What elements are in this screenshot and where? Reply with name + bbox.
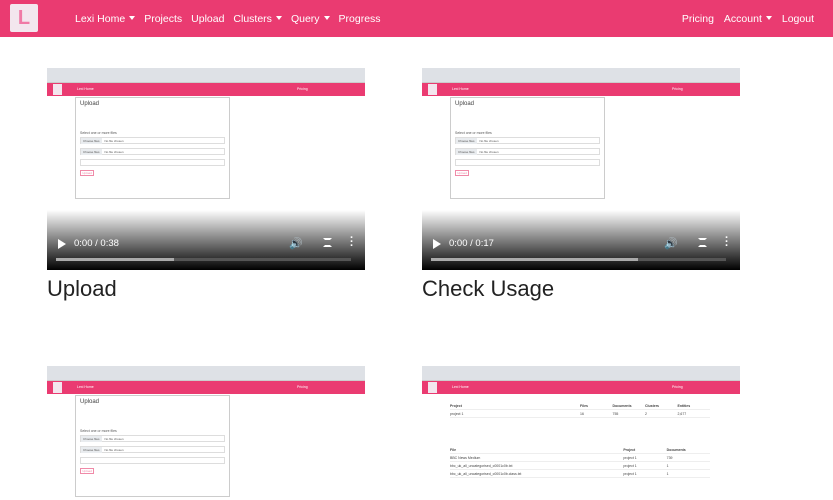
lexi-logo[interactable]: L bbox=[10, 4, 38, 32]
thumb-browser-bar bbox=[422, 366, 740, 381]
thumb-navbar: Lexi Home Pricing bbox=[422, 83, 740, 96]
thumb-browser-bar bbox=[47, 68, 365, 83]
video-title: Check Usage bbox=[422, 276, 555, 301]
navbar: L Lexi Home Projects Upload Clusters Que… bbox=[0, 0, 833, 37]
thumb-browser-bar bbox=[422, 68, 740, 83]
thumb-files-table: File Project Documents BBC News Medium proj… bbox=[450, 446, 710, 478]
video-controls: 0:00 / 0:17 🔊 · · · bbox=[422, 210, 740, 270]
volume-icon[interactable]: 🔊 bbox=[289, 237, 303, 250]
thumb-upload-card: Upload Select one or more files Choose f… bbox=[450, 97, 605, 199]
nav-upload[interactable]: Upload bbox=[191, 13, 224, 25]
video-time: 0:00 / 0:17 bbox=[449, 238, 494, 249]
more-options-icon[interactable]: · · · bbox=[350, 233, 354, 252]
volume-icon[interactable]: 🔊 bbox=[664, 237, 678, 250]
video-controls: 0:00 / 0:38 🔊 · · · bbox=[47, 210, 365, 270]
nav-query[interactable]: Query bbox=[291, 13, 330, 25]
nav-clusters[interactable]: Clusters bbox=[233, 13, 282, 25]
nav-pricing[interactable]: Pricing bbox=[682, 13, 714, 25]
thumb-upload-card: Upload Select one or more files Choose f… bbox=[75, 97, 230, 199]
video-time: 0:00 / 0:38 bbox=[74, 238, 119, 249]
video-thumbnail[interactable]: Lexi Home Pricing Upload Select one or mo… bbox=[47, 366, 365, 500]
play-icon[interactable] bbox=[433, 239, 441, 249]
video-upload[interactable]: Lexi Home Pricing Upload Select one or mo… bbox=[47, 68, 365, 270]
nav-lexi-home[interactable]: Lexi Home bbox=[75, 13, 135, 25]
thumb-browser-bar bbox=[47, 366, 365, 381]
thumb-navbar: Lexi Home Pricing bbox=[47, 83, 365, 96]
video-progress-bar[interactable] bbox=[56, 258, 351, 261]
thumb-navbar: Lexi Home Pricing bbox=[422, 381, 740, 394]
thumb-upload-card: Upload Select one or more files Choose f… bbox=[75, 395, 230, 497]
nav-projects[interactable]: Projects bbox=[144, 13, 182, 25]
fullscreen-icon[interactable] bbox=[698, 238, 707, 247]
thumb-projects-table: Project Files Documents Clusters Entities pr… bbox=[450, 402, 710, 418]
video-title: Upload bbox=[47, 276, 117, 301]
nav-logout[interactable]: Logout bbox=[782, 13, 814, 25]
nav-account[interactable]: Account bbox=[724, 13, 772, 25]
video-thumbnail[interactable]: Lexi Home Pricing Project Files Documents Cl… bbox=[422, 366, 740, 500]
more-options-icon[interactable]: · · · bbox=[725, 233, 729, 252]
video-check-usage[interactable]: Lexi Home Pricing Upload Select one or mo… bbox=[422, 68, 740, 270]
video-progress-bar[interactable] bbox=[431, 258, 726, 261]
play-icon[interactable] bbox=[58, 239, 66, 249]
thumb-navbar: Lexi Home Pricing bbox=[47, 381, 365, 394]
fullscreen-icon[interactable] bbox=[323, 238, 332, 247]
nav-progress[interactable]: Progress bbox=[339, 13, 381, 25]
